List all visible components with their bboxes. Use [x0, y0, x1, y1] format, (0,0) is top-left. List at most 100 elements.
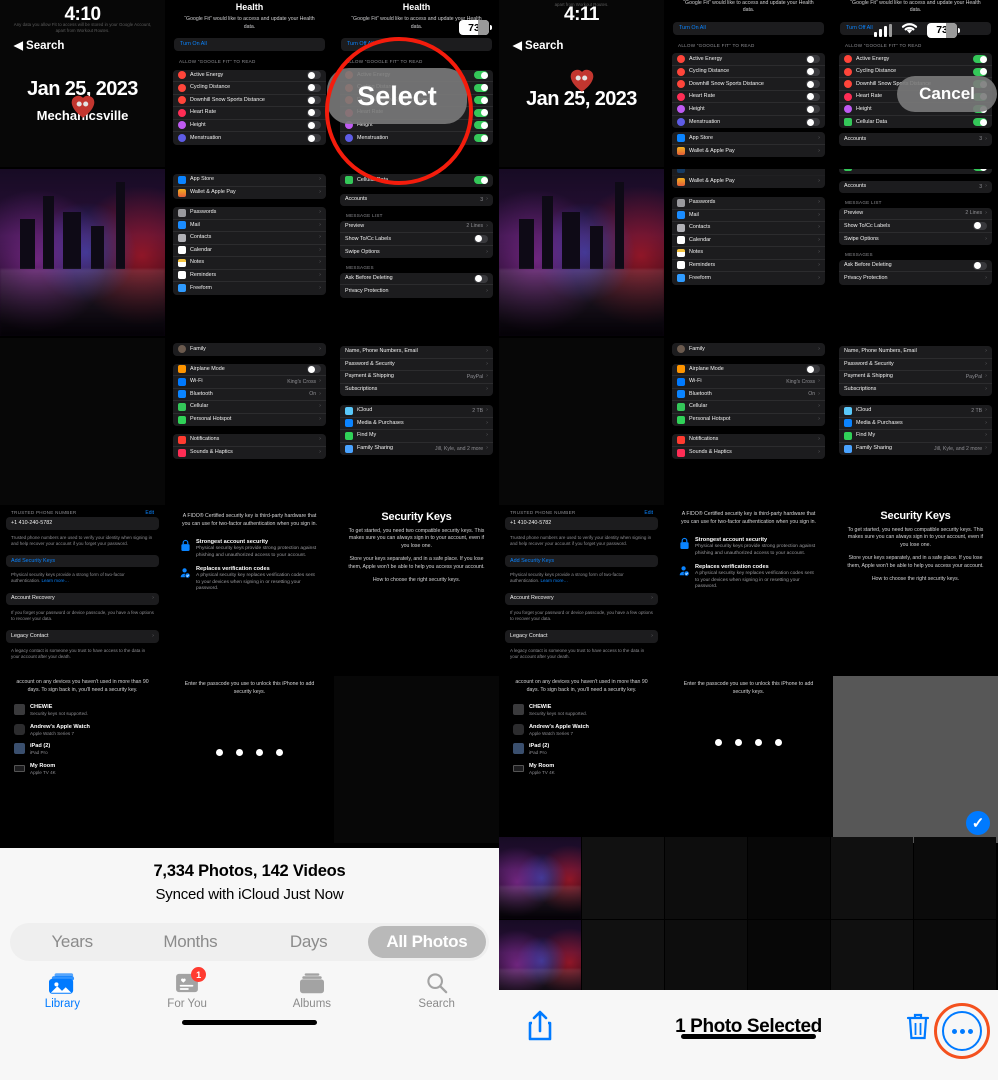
photo-cell-settings-connectivity-r[interactable]: Family › Airplane Mode Wi-Fi King's Cross ›… — [666, 338, 831, 505]
photo-cell-lockscreen-r[interactable]: apart from Workout Routes. 4:11 ◀ Search… — [499, 0, 664, 167]
notifications-group-r[interactable]: Notifications › Sounds & Haptics › — [672, 434, 825, 459]
tab-for-you[interactable]: 1 For You — [125, 967, 250, 1010]
security-keys-link[interactable]: How to choose the right security keys. — [833, 573, 998, 587]
add-security-keys-button[interactable]: Add Security Keys — [510, 558, 653, 565]
health-row-toggle[interactable] — [474, 96, 488, 105]
device-list-item[interactable]: My Room Apple TV 4K — [14, 763, 165, 776]
lockscreen-back-search-r[interactable]: ◀ Search — [513, 38, 563, 52]
turn-on-all-button-r[interactable]: Turn On All — [673, 21, 824, 35]
segment-months[interactable]: Months — [131, 926, 249, 958]
photo-cell-passcode[interactable]: Enter the passcode you use to unlock thi… — [167, 676, 332, 843]
lockscreen-back-search[interactable]: ◀ Search — [14, 38, 64, 52]
mini-thumb[interactable] — [582, 837, 664, 919]
wallet-group-r[interactable]: Wallet & Apple Pay › — [672, 169, 825, 188]
edit-button[interactable]: Edit — [644, 510, 653, 516]
segment-years[interactable]: Years — [13, 926, 131, 958]
accounts-group-r2[interactable]: Accounts 3 › — [839, 180, 992, 193]
tocc-toggle[interactable] — [973, 221, 987, 230]
photo-cell-settings-appleid[interactable]: Name, Phone Numbers, Email › Password & S… — [334, 338, 499, 505]
ask-before-deleting-toggle[interactable] — [474, 274, 488, 283]
appleid-group-r[interactable]: Name, Phone Numbers, Email › Password & S… — [839, 346, 992, 396]
health-row-toggle[interactable] — [973, 67, 987, 76]
mini-thumb[interactable] — [665, 837, 747, 919]
photo-cell-devices-r[interactable]: account on any devices you haven't used … — [499, 676, 664, 843]
health-row-toggle[interactable] — [806, 67, 820, 76]
health-row-toggle[interactable] — [806, 118, 820, 127]
airplane-mode-toggle[interactable] — [307, 365, 321, 374]
accounts-group-r[interactable]: Accounts 3 › — [839, 133, 992, 146]
mini-thumb[interactable] — [831, 837, 913, 919]
photo-cell-selected[interactable]: ✓ — [833, 676, 998, 843]
health-row-toggle[interactable] — [973, 55, 987, 64]
photo-cell-health-permission[interactable]: Health “Google Fit” would like to access… — [167, 0, 332, 167]
health-permission-list-r[interactable]: Active Energy Cycling Distance Downhill … — [672, 53, 825, 129]
health-row-toggle[interactable] — [307, 96, 321, 105]
photo-grid-right[interactable]: apart from Workout Routes. 4:11 ◀ Search… — [499, 0, 998, 843]
cellular-data-group-r[interactable] — [839, 169, 992, 174]
device-list-item[interactable]: iPad (2) iPad Pro — [14, 743, 165, 756]
health-permission-list[interactable]: Active Energy Cycling Distance Downhill … — [173, 69, 326, 145]
photos-tab-bar[interactable]: Library 1 For You Albums Search — [0, 961, 499, 1014]
trusted-phone-group-r[interactable]: +1 410-240-5782 — [505, 517, 658, 530]
legacy-contact-group[interactable]: Legacy Contact › — [6, 630, 159, 643]
segment-days[interactable]: Days — [250, 926, 368, 958]
photo-cell-security-keys-r[interactable]: Security Keys To get started, you need t… — [833, 507, 998, 674]
segment-all-photos[interactable]: All Photos — [367, 926, 486, 958]
health-row-toggle[interactable] — [307, 134, 321, 143]
health-row-toggle[interactable] — [474, 83, 488, 92]
legacy-contact-group-r[interactable]: Legacy Contact › — [505, 630, 658, 643]
family-group[interactable]: Family › — [173, 343, 326, 356]
photo-cell-cityscape[interactable] — [0, 169, 165, 336]
photo-cell-settings-appleid-r[interactable]: Name, Phone Numbers, Email › Password & S… — [833, 338, 998, 505]
device-list-item[interactable]: CHEWIE Security keys not supported. — [513, 704, 664, 717]
message-list-group-r[interactable]: Preview 2 Lines › Show To/Cc Labels Swipe … — [839, 207, 992, 246]
photo-cell-fido-panel-r[interactable]: A FIDO® Certified security key is third-… — [666, 507, 831, 674]
add-security-keys-button[interactable]: Add Security Keys — [11, 558, 154, 565]
selected-check-icon[interactable]: ✓ — [966, 811, 990, 835]
messages-group[interactable]: Ask Before Deleting Privacy Protection › — [340, 272, 493, 298]
messages-group-r[interactable]: Ask Before Deleting Privacy Protection › — [839, 259, 992, 285]
tab-search[interactable]: Search — [374, 972, 499, 1010]
settings-group-apps[interactable]: Passwords › Mail › Contacts › Calendar › Not… — [173, 207, 326, 295]
health-row-toggle[interactable] — [806, 55, 820, 64]
health-row-toggle[interactable] — [474, 134, 488, 143]
appleid-services-group-r[interactable]: iCloud 2 TB › Media & Purchases › Find My › … — [839, 405, 992, 455]
appleid-group[interactable]: Name, Phone Numbers, Email › Password & S… — [340, 346, 493, 396]
learn-more-link[interactable]: Learn more… — [541, 578, 569, 583]
settings-group-apps-r[interactable]: Passwords › Mail › Contacts › Calendar › Not… — [672, 197, 825, 285]
photo-cell-settings-mail[interactable]: Cellular Data Accounts 3 › MESSAGE LIST Pr… — [334, 169, 499, 336]
timeline-segmented-control[interactable]: Years Months Days All Photos — [10, 923, 489, 961]
security-keys-link[interactable]: How to choose the right security keys. — [334, 574, 499, 588]
health-row-toggle[interactable] — [474, 108, 488, 117]
photo-cell-security-keys[interactable]: Security Keys To get started, you need t… — [334, 507, 499, 674]
health-row-toggle[interactable] — [307, 71, 321, 80]
trusted-phone-group[interactable]: +1 410-240-5782 — [6, 517, 159, 530]
mini-thumb[interactable] — [748, 837, 830, 919]
photo-cell-password-security[interactable]: TRUSTED PHONE NUMBER Edit +1 410-240-578… — [0, 507, 165, 674]
connectivity-group-r[interactable]: Airplane Mode Wi-Fi King's Cross › Bluetoo… — [672, 363, 825, 426]
accounts-group[interactable]: Accounts 3 › — [340, 193, 493, 206]
account-recovery-group[interactable]: Account Recovery › — [6, 592, 159, 605]
ask-before-deleting-toggle[interactable] — [973, 261, 987, 270]
health-row-toggle[interactable] — [806, 92, 820, 101]
photo-cell-settings-connectivity[interactable]: Family › Airplane Mode Wi-Fi King's Cross ›… — [167, 338, 332, 505]
trash-icon[interactable] — [906, 1012, 930, 1046]
health-row-toggle[interactable] — [806, 105, 820, 114]
mini-thumb[interactable] — [499, 837, 581, 919]
appleid-services-group[interactable]: iCloud 2 TB › Media & Purchases › Find My › … — [340, 405, 493, 455]
photo-cell-cityscape-r[interactable] — [499, 169, 664, 336]
health-row-toggle[interactable] — [307, 83, 321, 92]
photo-cell-lockscreen[interactable]: Any data you allow Fit to access will be… — [0, 0, 165, 167]
photo-cell-settings-apps[interactable]: App Store › Wallet & Apple Pay › Passwords… — [167, 169, 332, 336]
cellular-data-toggle[interactable] — [973, 169, 987, 172]
notifications-group[interactable]: Notifications › Sounds & Haptics › — [173, 434, 326, 459]
photo-cell-dark-blank-2[interactable] — [334, 676, 499, 843]
edit-button[interactable]: Edit — [145, 510, 154, 516]
family-group-r[interactable]: Family › — [672, 343, 825, 356]
store-group-r[interactable]: App Store › Wallet & Apple Pay › — [672, 132, 825, 158]
turn-on-all-button[interactable]: Turn On All — [174, 37, 325, 51]
photo-cell-settings-apps-r[interactable]: Wallet & Apple Pay › Passwords › Mail › Con… — [666, 169, 831, 336]
tab-library[interactable]: Library — [0, 972, 125, 1010]
add-security-keys-group[interactable]: Add Security Keys — [6, 554, 159, 568]
mini-thumbnail-strip[interactable] — [499, 837, 998, 1002]
